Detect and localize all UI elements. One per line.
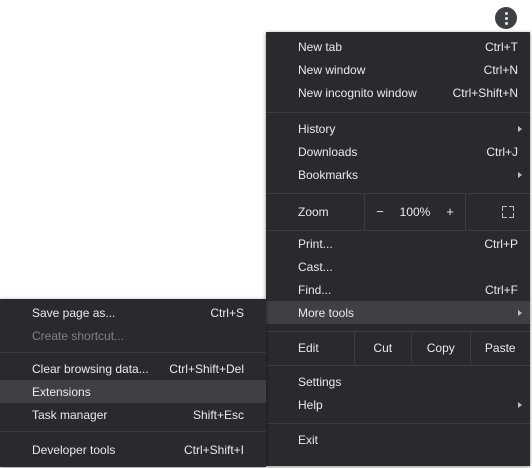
submenu-item-clear-browsing-data[interactable]: Clear browsing data... Ctrl+Shift+Del <box>0 357 266 380</box>
zoom-out-button[interactable]: − <box>365 204 395 219</box>
chevron-right-icon <box>518 125 522 132</box>
chevron-right-icon <box>518 309 522 316</box>
separator <box>266 365 530 366</box>
separator <box>0 431 266 432</box>
separator <box>266 423 530 424</box>
more-menu-button[interactable] <box>495 7 517 29</box>
menu-item-help[interactable]: Help <box>266 393 530 416</box>
menu-item-downloads[interactable]: Downloads Ctrl+J <box>266 140 530 163</box>
submenu-item-save-page[interactable]: Save page as... Ctrl+S <box>0 301 266 324</box>
zoom-row: Zoom − 100% + <box>266 193 530 230</box>
paste-button[interactable]: Paste <box>469 332 530 364</box>
submenu-item-developer-tools[interactable]: Developer tools Ctrl+Shift+I <box>0 438 266 461</box>
more-tools-submenu: Save page as... Ctrl+S Create shortcut..… <box>0 299 266 467</box>
menu-item-exit[interactable]: Exit <box>266 428 530 451</box>
zoom-controls: − 100% + <box>364 193 466 230</box>
menu-item-find[interactable]: Find... Ctrl+F <box>266 278 530 301</box>
menu-item-more-tools[interactable]: More tools <box>266 301 530 324</box>
submenu-item-create-shortcut: Create shortcut... <box>32 328 125 343</box>
chevron-right-icon <box>518 401 522 408</box>
chevron-right-icon <box>518 171 522 178</box>
zoom-level: 100% <box>399 204 431 219</box>
separator <box>0 352 266 353</box>
zoom-label: Zoom <box>298 204 329 219</box>
edit-label: Edit <box>298 341 319 355</box>
separator <box>266 230 530 231</box>
three-dots-vertical-icon <box>504 11 508 15</box>
menu-item-new-incognito[interactable]: New incognito window Ctrl+Shift+N <box>266 81 530 104</box>
fullscreen-icon[interactable] <box>502 205 514 218</box>
menu-item-bookmarks[interactable]: Bookmarks <box>266 163 530 186</box>
separator <box>266 112 530 113</box>
cut-button[interactable]: Cut <box>353 332 412 364</box>
edit-row: Edit Cut Copy Paste <box>266 332 530 364</box>
submenu-item-task-manager[interactable]: Task manager Shift+Esc <box>0 403 266 426</box>
copy-button[interactable]: Copy <box>411 332 470 364</box>
menu-item-settings[interactable]: Settings <box>266 370 530 393</box>
chrome-main-menu: New tab Ctrl+T New window Ctrl+N New inc… <box>266 32 530 466</box>
menu-item-new-window[interactable]: New window Ctrl+N <box>266 58 530 81</box>
menu-item-new-tab[interactable]: New tab Ctrl+T <box>266 35 530 58</box>
menu-item-cast[interactable]: Cast... <box>266 255 530 278</box>
menu-item-print[interactable]: Print... Ctrl+P <box>266 232 530 255</box>
zoom-in-button[interactable]: + <box>435 204 465 219</box>
submenu-item-extensions[interactable]: Extensions <box>0 380 266 403</box>
menu-item-history[interactable]: History <box>266 117 530 140</box>
